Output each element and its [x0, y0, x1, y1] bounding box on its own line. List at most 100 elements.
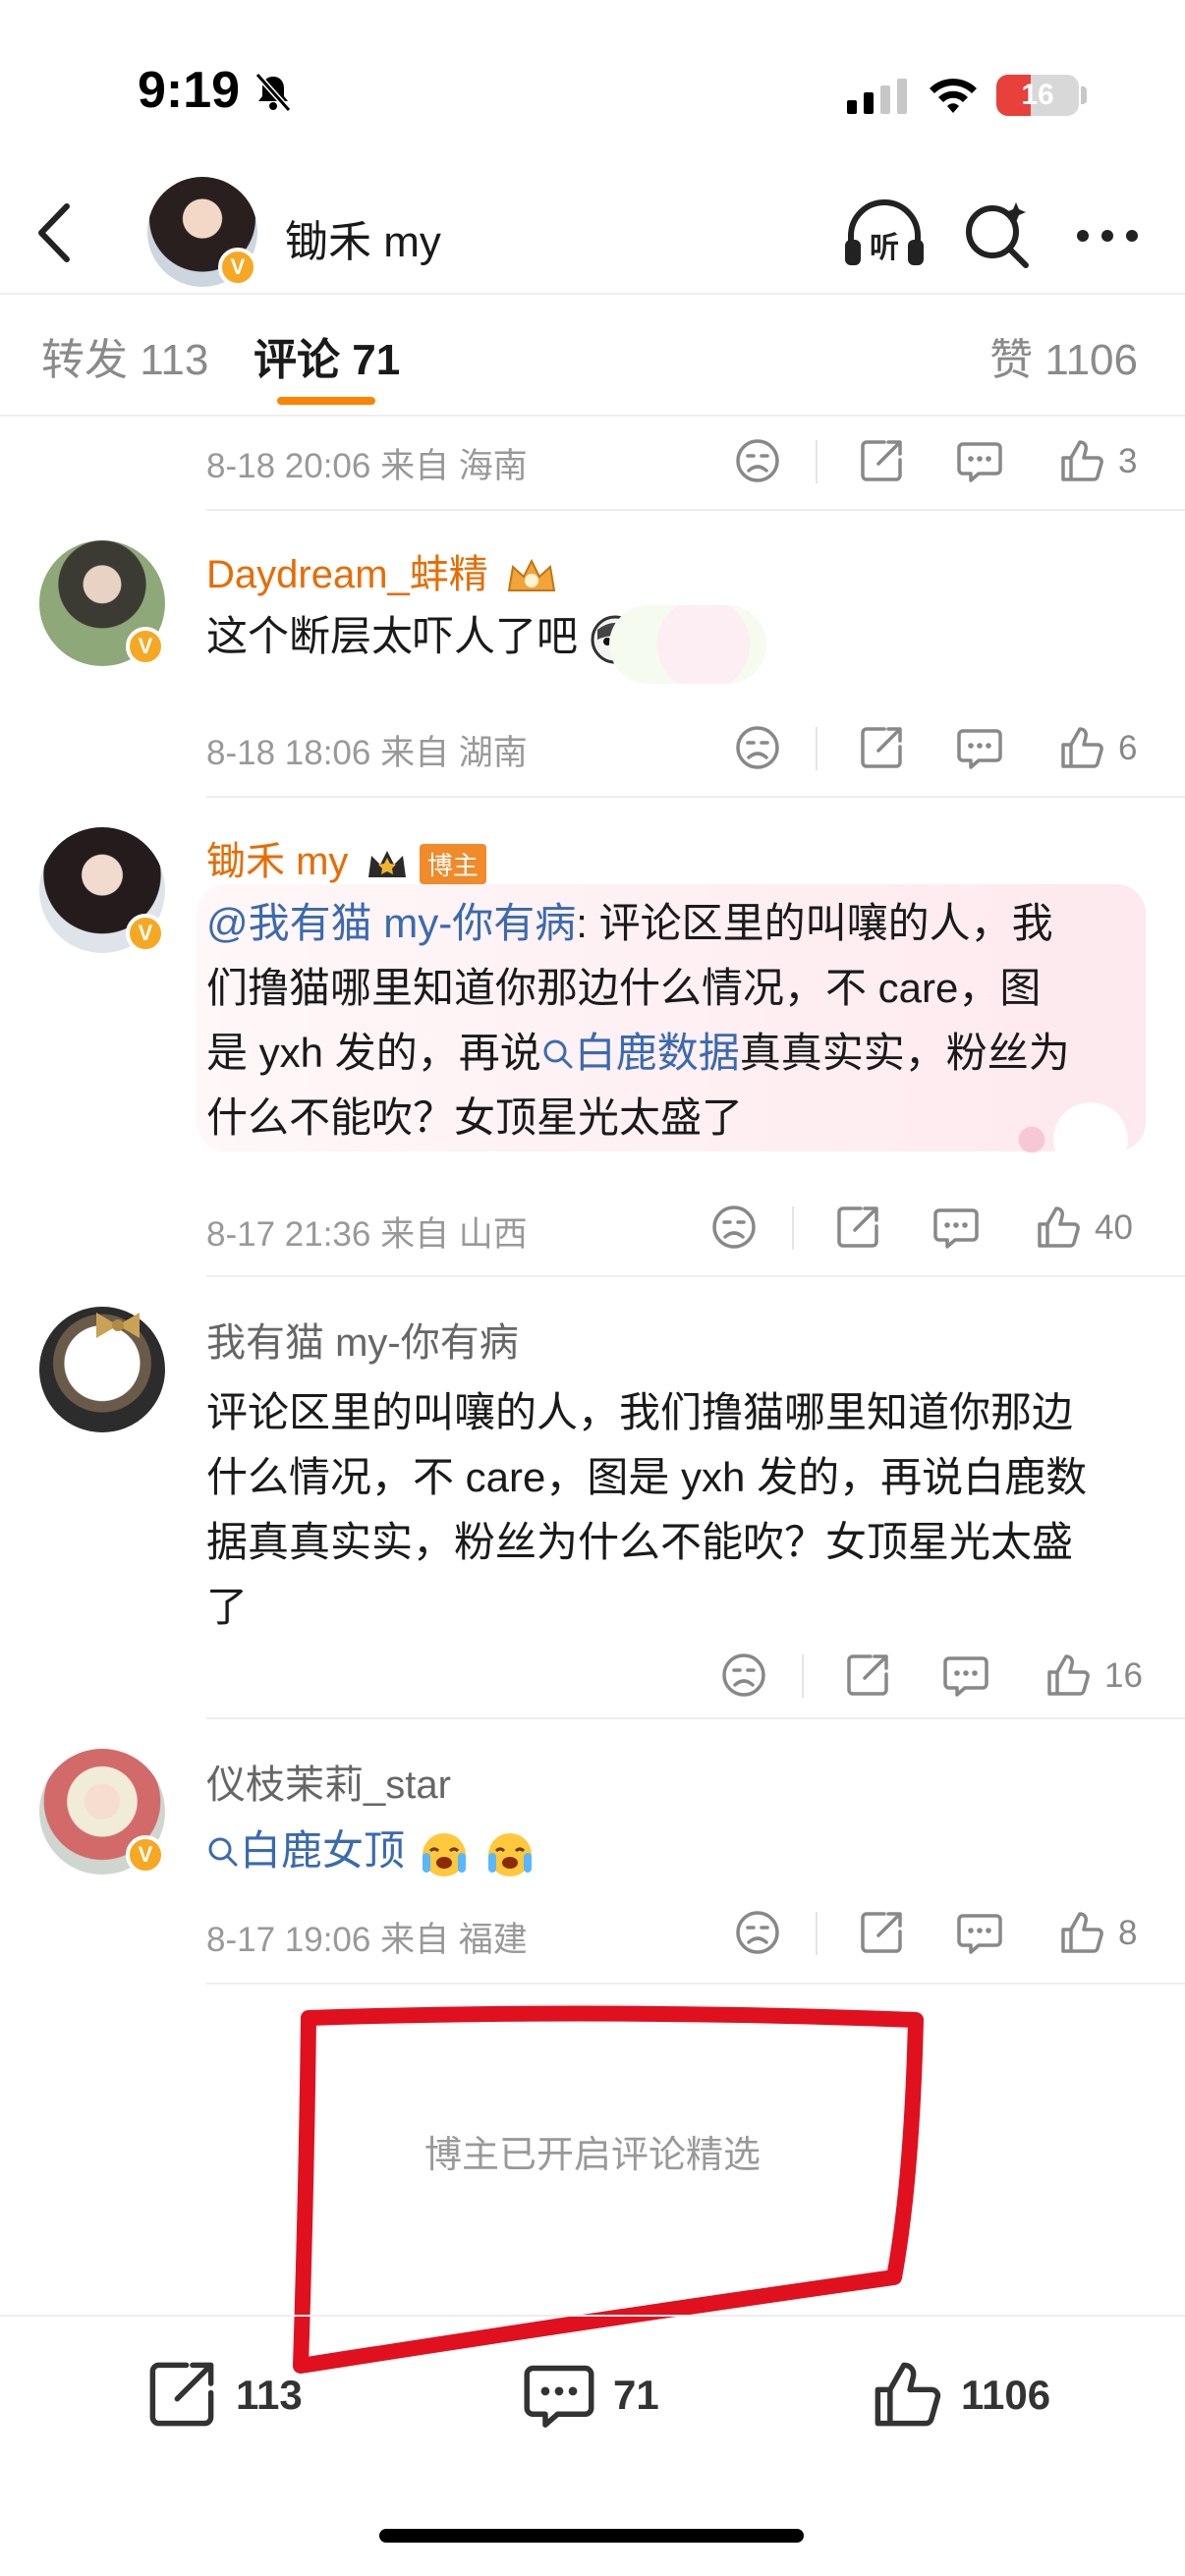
comment-text-line: @我有猫 my-你有病: 评论区里的叫嚷的人，我 [206, 900, 1053, 946]
tab-repost[interactable]: 转发 113 [41, 324, 208, 387]
comment-item: V 仪枝茉莉_star 白鹿女顶 8-17 19:06 来自 福建 8 [0, 1719, 1185, 1985]
tab-comment[interactable]: 评论 71 [254, 324, 400, 387]
cat-sticker-decoration [1002, 1100, 1150, 1179]
comment-author-name: Daydream_蚌精 [206, 553, 488, 596]
comment-icon[interactable] [931, 1203, 981, 1252]
search-icon [543, 1039, 573, 1069]
comment-author-name: 锄禾 my [206, 840, 349, 883]
dislike-icon[interactable] [709, 1203, 759, 1252]
comment-icon[interactable] [955, 436, 1004, 485]
wifi-icon [930, 79, 977, 113]
comment-meta: 8-18 18:06 来自 湖南 [206, 734, 528, 772]
verified-badge: V [218, 248, 257, 287]
share-icon[interactable] [833, 1203, 882, 1252]
dislike-icon[interactable] [733, 1908, 782, 1957]
status-bar: 9:19 16 [0, 0, 1185, 187]
comment-actions: 3 [727, 436, 1159, 495]
comment-icon[interactable] [955, 1908, 1004, 1957]
search-icon[interactable] [961, 198, 1032, 269]
bow-decoration [96, 1313, 140, 1338]
signal-icon [847, 79, 907, 114]
verified-badge: V [126, 914, 165, 953]
status-time: 9:19 [138, 62, 241, 119]
repost-button[interactable]: 113 [143, 2356, 340, 2435]
comment-text: 这个断层太吓人了吧 [206, 603, 641, 669]
like-icon[interactable] [1034, 1203, 1083, 1252]
topic-link[interactable]: 白鹿女顶 [206, 1827, 405, 1874]
comment-icon[interactable] [955, 723, 1004, 772]
listen-icon[interactable]: 听 [843, 198, 926, 273]
bell-off-icon [254, 73, 292, 112]
back-icon[interactable] [29, 198, 79, 267]
comment-text-line: 是 yxh 发的，再说 白鹿数据真真实实，粉丝为 [206, 1030, 1070, 1076]
comment-meta: 8-17 19:06 来自 福建 [206, 1921, 528, 1959]
mention-link[interactable]: @我有猫 my-你有病 [206, 900, 576, 946]
comment-author-name[interactable]: 我有猫 my-你有病 [206, 1311, 519, 1368]
dislike-icon[interactable] [719, 1651, 768, 1700]
post-header: V 锄禾 my 听 [0, 177, 1185, 295]
comment-actions: 6 [727, 723, 1159, 782]
comment-actions: 8 [727, 1908, 1159, 1967]
battery-indicator: 16 [996, 75, 1079, 116]
crown-icon [507, 559, 556, 592]
host-badge: 博主 [419, 843, 486, 884]
comment-button[interactable]: 71 [521, 2356, 717, 2435]
like-count: 8 [1118, 1914, 1138, 1952]
topic-link[interactable]: 白鹿数据 [541, 1030, 740, 1076]
bottom-action-bar: 113 71 1106 [0, 2315, 1185, 2472]
detail-tabs: 转发 113 评论 71 赞 1106 [0, 295, 1185, 417]
crown-icon [367, 851, 406, 878]
comment-text-line: 们撸猫哪里知道你那边什么情况，不 care，图 [206, 965, 1042, 1011]
like-icon[interactable] [1057, 723, 1106, 772]
battery-tip [1081, 86, 1087, 104]
comment-author-name[interactable]: 仪枝茉莉_star [206, 1753, 451, 1810]
comment-meta: 8-18 20:06 来自 海南 [206, 447, 528, 485]
search-icon [208, 1837, 238, 1867]
crying-emoji-icon [488, 1832, 533, 1876]
home-indicator [379, 2529, 804, 2543]
author-name[interactable]: 锄禾 my [285, 206, 441, 269]
comment-author[interactable]: 锄禾 my 博主 [206, 829, 486, 886]
comment-text-line: 什么不能吹？女顶星光太盛了 [206, 1094, 744, 1141]
comment-text-line: 了 [206, 1584, 249, 1630]
svg-text:听: 听 [870, 231, 899, 265]
comment-icon [524, 2365, 594, 2428]
comment-author[interactable]: Daydream_蚌精 [206, 542, 558, 599]
divider [206, 1983, 1185, 1985]
like-icon[interactable] [1057, 1908, 1106, 1957]
comment-item: 8-18 20:06 来自 海南 3 [0, 417, 1185, 511]
comment-text-line: 什么情况，不 care，图是 yxh 发的，再说白鹿数 [206, 1454, 1088, 1500]
like-count: 1106 [961, 2372, 1051, 2418]
like-icon[interactable] [1044, 1651, 1093, 1700]
share-icon[interactable] [843, 1651, 892, 1700]
comment-item: 我有猫 my-你有病 评论区里的叫嚷的人，我们撸猫哪里知道你那边 什么情况，不 … [0, 1277, 1185, 1719]
like-icon [875, 2362, 941, 2427]
crying-emoji-icon [422, 1832, 466, 1876]
divider [802, 1654, 804, 1698]
share-icon [149, 2362, 214, 2427]
lucky-sticker-decoration [609, 605, 766, 684]
verified-badge: V [126, 1835, 165, 1875]
more-icon[interactable] [1073, 226, 1142, 246]
like-count: 40 [1095, 1208, 1133, 1247]
like-button[interactable]: 1106 [869, 2356, 1104, 2435]
like-count: 3 [1118, 442, 1138, 480]
comment-count: 71 [613, 2372, 659, 2418]
dislike-icon[interactable] [733, 436, 782, 485]
comment-icon[interactable] [941, 1651, 990, 1700]
comment-text-line: 评论区里的叫嚷的人，我们撸猫哪里知道你那边 [206, 1389, 1074, 1435]
divider [816, 727, 818, 770]
tab-like[interactable]: 赞 1106 [989, 324, 1138, 387]
like-icon[interactable] [1057, 436, 1106, 485]
share-icon[interactable] [857, 1908, 906, 1957]
divider [792, 1206, 794, 1250]
comment-text-line: 据真真实实，粉丝为什么不能吹？女顶星光太盛 [206, 1519, 1074, 1565]
like-count: 6 [1118, 729, 1138, 767]
repost-count: 113 [236, 2372, 303, 2418]
comment-actions: 16 [713, 1651, 1165, 1709]
like-count: 16 [1104, 1656, 1143, 1695]
dislike-icon[interactable] [733, 723, 782, 772]
share-icon[interactable] [857, 436, 906, 485]
share-icon[interactable] [857, 723, 906, 772]
battery-level: 16 [1021, 79, 1054, 111]
